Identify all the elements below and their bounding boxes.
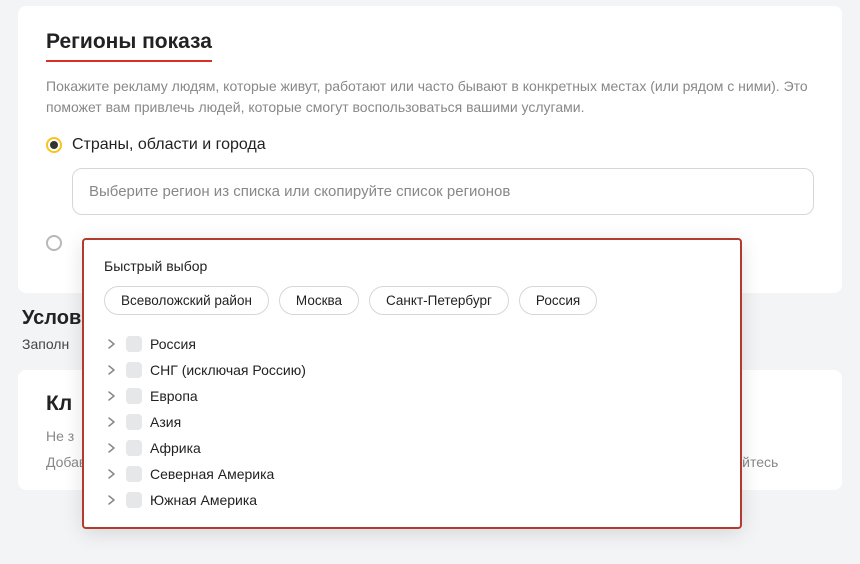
tree-item-russia[interactable]: Россия: [104, 331, 720, 357]
tree-item-cis[interactable]: СНГ (исключая Россию): [104, 357, 720, 383]
chevron-right-icon[interactable]: [104, 469, 118, 479]
region-search-input[interactable]: Выберите регион из списка или скопируйте…: [72, 168, 814, 215]
section-description: Покажите рекламу людям, которые живут, р…: [46, 76, 814, 118]
tree-item-north-america[interactable]: Северная Америка: [104, 461, 720, 487]
chevron-right-icon[interactable]: [104, 443, 118, 453]
tree-item-label: СНГ (исключая Россию): [150, 362, 306, 378]
tree-item-africa[interactable]: Африка: [104, 435, 720, 461]
quick-chip-row: Всеволожский район Москва Санкт-Петербур…: [104, 286, 720, 315]
tree-item-label: Африка: [150, 440, 201, 456]
region-dropdown: Быстрый выбор Всеволожский район Москва …: [82, 238, 742, 529]
tree-item-label: Северная Америка: [150, 466, 274, 482]
checkbox[interactable]: [126, 440, 142, 456]
chip-vsevolozhsky[interactable]: Всеволожский район: [104, 286, 269, 315]
radio-label: Страны, области и города: [72, 136, 266, 154]
tree-item-europe[interactable]: Европа: [104, 383, 720, 409]
chip-russia[interactable]: Россия: [519, 286, 597, 315]
section-title-text: Регионы показа: [46, 30, 212, 62]
search-placeholder: Выберите регион из списка или скопируйте…: [89, 183, 510, 200]
chevron-right-icon[interactable]: [104, 495, 118, 505]
chevron-right-icon[interactable]: [104, 391, 118, 401]
checkbox[interactable]: [126, 362, 142, 378]
tree-item-label: Россия: [150, 336, 196, 352]
chip-spb[interactable]: Санкт-Петербург: [369, 286, 509, 315]
radio-icon: [46, 235, 62, 251]
quick-select-label: Быстрый выбор: [104, 258, 720, 274]
section-title: Регионы показа: [46, 30, 814, 62]
checkbox[interactable]: [126, 466, 142, 482]
checkbox[interactable]: [126, 414, 142, 430]
region-tree: Россия СНГ (исключая Россию) Европа Азия…: [104, 331, 720, 513]
tree-item-label: Южная Америка: [150, 492, 257, 508]
radio-icon: [46, 137, 62, 153]
tree-item-south-america[interactable]: Южная Америка: [104, 487, 720, 513]
chevron-right-icon[interactable]: [104, 365, 118, 375]
chevron-right-icon[interactable]: [104, 339, 118, 349]
tree-item-asia[interactable]: Азия: [104, 409, 720, 435]
tree-item-label: Азия: [150, 414, 181, 430]
checkbox[interactable]: [126, 336, 142, 352]
checkbox[interactable]: [126, 388, 142, 404]
chevron-right-icon[interactable]: [104, 417, 118, 427]
chip-moscow[interactable]: Москва: [279, 286, 359, 315]
checkbox[interactable]: [126, 492, 142, 508]
tree-item-label: Европа: [150, 388, 198, 404]
radio-countries-row[interactable]: Страны, области и города: [46, 136, 814, 154]
